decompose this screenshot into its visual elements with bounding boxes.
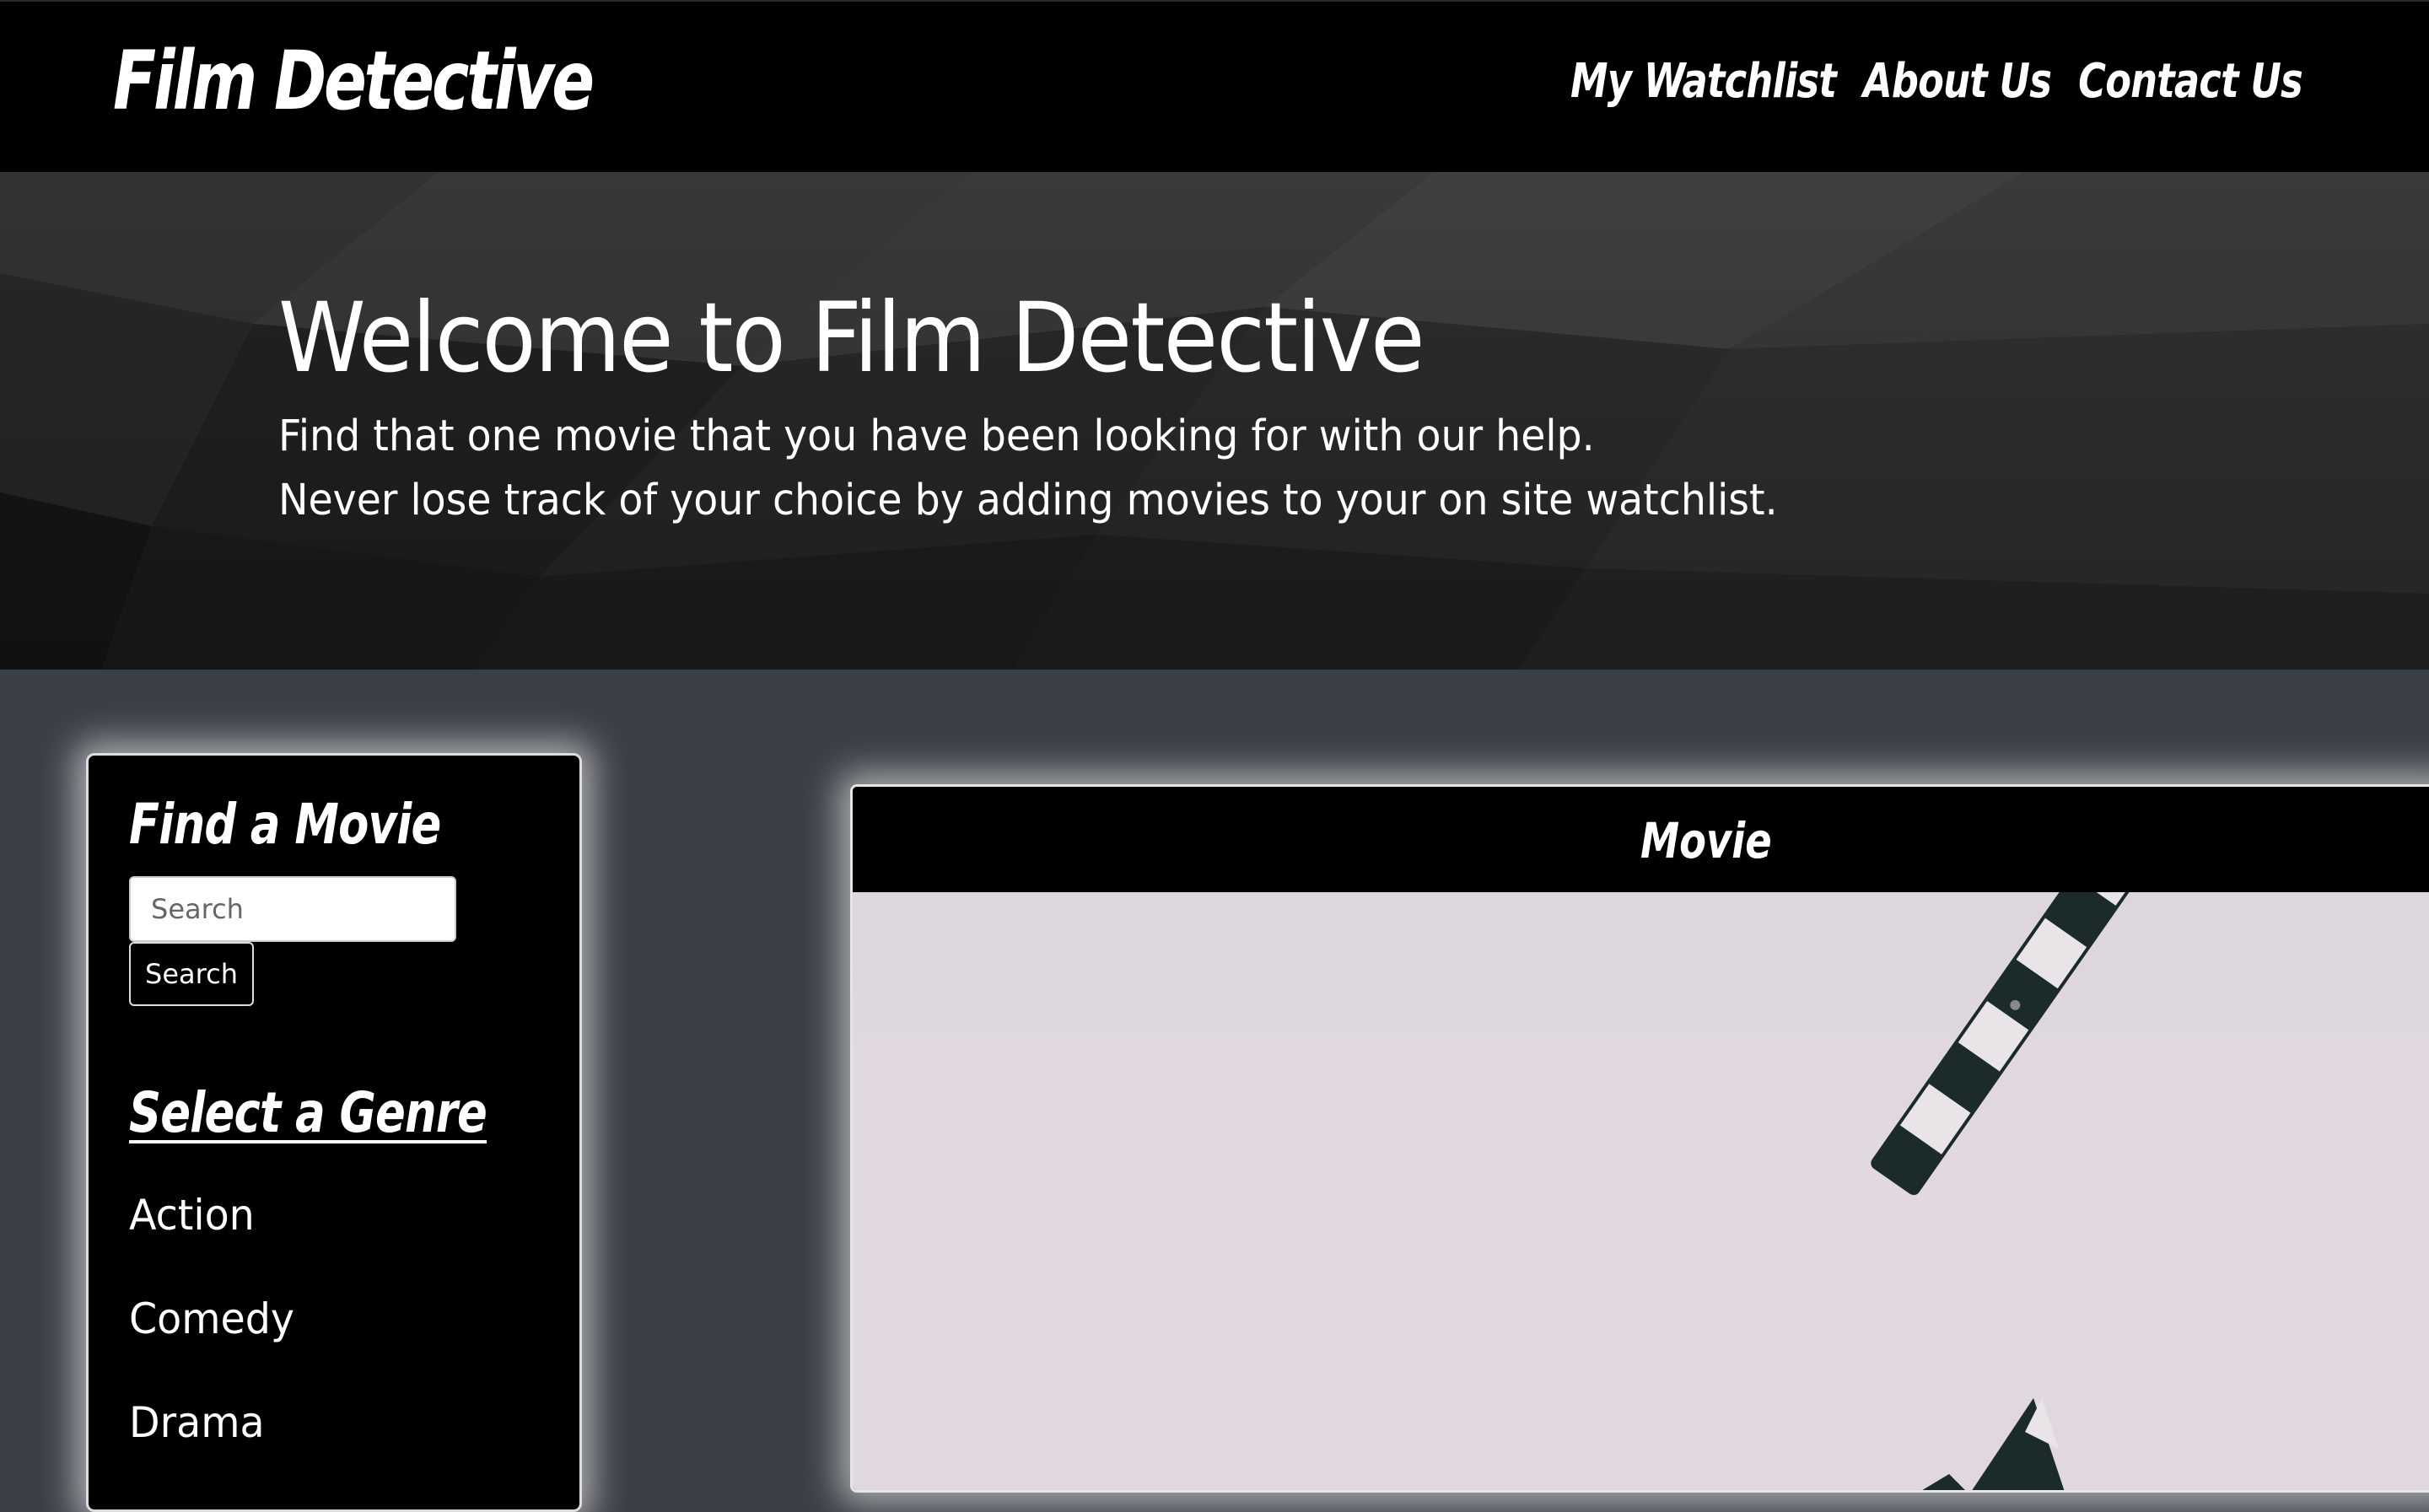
hero-subtitle-line-2: Never lose track of your choice by addin…	[278, 476, 1778, 525]
top-navbar: Film Detective My Watchlist About Us Con…	[0, 0, 2429, 172]
hero-title: Welcome to Film Detective	[278, 282, 1425, 394]
search-input[interactable]	[129, 876, 456, 942]
movie-card: Movie	[850, 784, 2429, 1493]
genre-item-action[interactable]: Action	[129, 1190, 294, 1294]
find-movie-heading: Find a Movie	[129, 792, 441, 857]
genre-item-drama[interactable]: Drama	[129, 1397, 294, 1501]
genre-list: Action Comedy Drama	[129, 1190, 303, 1501]
movie-card-header: Movie	[853, 787, 2429, 892]
genre-item-comedy[interactable]: Comedy	[129, 1294, 294, 1397]
select-genre-heading[interactable]: Select a Genre	[129, 1080, 487, 1145]
movie-card-title: Movie	[1640, 812, 1772, 869]
movie-poster-image	[853, 892, 2429, 1490]
nav-link-about-us[interactable]: About Us	[1863, 54, 2052, 109]
hero-banner: Welcome to Film Detective Find that one …	[0, 172, 2429, 670]
nav-link-my-watchlist[interactable]: My Watchlist	[1570, 54, 1837, 109]
brand-logo-link[interactable]: Film Detective	[113, 34, 595, 128]
nav-link-contact-us[interactable]: Contact Us	[2078, 54, 2303, 109]
clapperboard-image	[1871, 892, 2184, 1490]
hero-subtitle-line-1: Find that one movie that you have been l…	[278, 412, 1595, 461]
search-button[interactable]: Search	[129, 942, 254, 1006]
sidebar-card: Find a Movie Search Select a Genre Actio…	[86, 753, 582, 1512]
nav-links: My Watchlist About Us Contact Us	[1543, 54, 2303, 109]
